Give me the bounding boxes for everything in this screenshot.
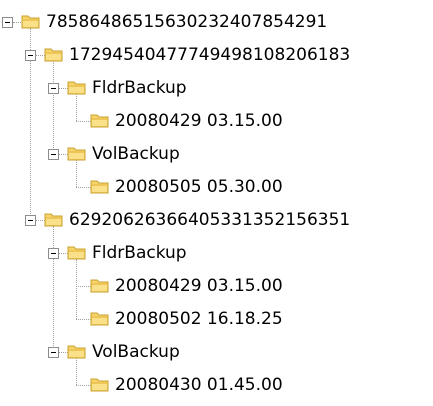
folder-label[interactable]: 17294540477749498108206183 <box>67 45 352 65</box>
folder-label[interactable]: VolBackup <box>90 342 182 362</box>
backup-label[interactable]: 20080429 03.15.00 <box>113 111 285 131</box>
folder-tree: 78586486515630232407854291 17294540477749… <box>0 0 433 406</box>
collapse-toggle-icon[interactable] <box>48 83 59 94</box>
backup-label[interactable]: 20080502 16.18.25 <box>113 309 285 329</box>
backup-label[interactable]: 20080505 05.30.00 <box>113 177 285 197</box>
folder-icon <box>90 376 110 393</box>
collapse-toggle-icon[interactable] <box>25 215 36 226</box>
folder-label[interactable]: FldrBackup <box>90 243 189 263</box>
folder-label[interactable]: VolBackup <box>90 144 182 164</box>
folder-icon <box>90 310 110 327</box>
folder-icon <box>67 79 87 96</box>
collapse-toggle-icon[interactable] <box>2 17 13 28</box>
folder-label[interactable]: 62920626366405331352156351 <box>67 210 352 230</box>
backup-label[interactable]: 20080429 03.15.00 <box>113 276 285 296</box>
folder-icon <box>67 145 87 162</box>
backup-label[interactable]: 20080430 01.45.00 <box>113 375 285 395</box>
folder-icon <box>67 244 87 261</box>
collapse-toggle-icon[interactable] <box>48 347 59 358</box>
folder-icon <box>90 112 110 129</box>
folder-icon <box>67 343 87 360</box>
folder-icon <box>90 277 110 294</box>
collapse-toggle-icon[interactable] <box>48 248 59 259</box>
folder-icon <box>44 46 64 63</box>
folder-icon <box>90 178 110 195</box>
folder-icon <box>44 211 64 228</box>
collapse-toggle-icon[interactable] <box>25 50 36 61</box>
folder-label[interactable]: FldrBackup <box>90 78 189 98</box>
folder-icon <box>21 13 41 30</box>
collapse-toggle-icon[interactable] <box>48 149 59 160</box>
folder-label[interactable]: 78586486515630232407854291 <box>44 12 329 32</box>
